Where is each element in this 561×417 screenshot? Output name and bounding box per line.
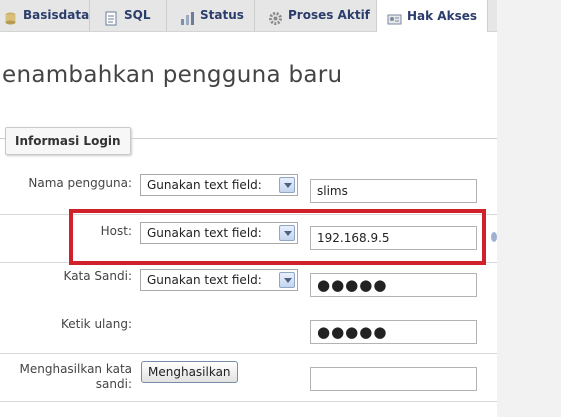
tab-proses-aktif[interactable]: Proses Aktif bbox=[268, 0, 370, 31]
database-icon bbox=[3, 8, 18, 25]
tab-divider bbox=[166, 0, 167, 31]
sql-icon bbox=[104, 8, 119, 26]
tab-label: Basisdata bbox=[23, 8, 90, 22]
chevron-down-icon bbox=[279, 272, 295, 288]
users-icon bbox=[387, 9, 402, 24]
generate-password-label: Menghasilkan kata sandi: bbox=[10, 362, 133, 392]
row-divider bbox=[0, 353, 497, 354]
tab-sql[interactable]: SQL bbox=[104, 0, 151, 31]
retype-password-label: Ketik ulang: bbox=[60, 317, 132, 331]
generate-label-line2: sandi: bbox=[95, 377, 132, 391]
gear-icon bbox=[268, 8, 283, 25]
highlight-box bbox=[69, 209, 486, 265]
tab-status[interactable]: Status bbox=[180, 0, 244, 31]
chevron-down-icon bbox=[279, 177, 295, 193]
password-type-select[interactable]: Gunakan text field: bbox=[140, 269, 298, 291]
generated-password-input[interactable] bbox=[310, 367, 477, 391]
tab-bar: Basisdata SQL Status Proses Aktif Hak Ak… bbox=[0, 0, 497, 32]
select-value: Gunakan text field: bbox=[147, 273, 262, 287]
username-input[interactable]: slims bbox=[310, 179, 477, 203]
retype-password-input[interactable]: ●●●●● bbox=[310, 320, 477, 344]
password-label: Kata Sandi: bbox=[63, 269, 132, 283]
tab-divider bbox=[89, 0, 90, 31]
input-value: slims bbox=[317, 184, 348, 198]
tab-label: Status bbox=[200, 8, 244, 22]
tab-divider bbox=[254, 0, 255, 31]
page: Basisdata SQL Status Proses Aktif Hak Ak… bbox=[0, 0, 497, 417]
window-background bbox=[497, 0, 561, 417]
username-label: Nama pengguna: bbox=[28, 176, 132, 190]
username-type-select[interactable]: Gunakan text field: bbox=[140, 174, 298, 196]
select-value: Gunakan text field: bbox=[147, 178, 262, 192]
tab-basisdata[interactable]: Basisdata bbox=[3, 0, 89, 31]
tab-label: Hak Akses bbox=[407, 8, 477, 23]
tab-label: Proses Aktif bbox=[288, 8, 370, 22]
generate-password-button[interactable]: Menghasilkan bbox=[141, 361, 238, 383]
generate-label-line1: Menghasilkan kata bbox=[19, 362, 133, 376]
tab-label: SQL bbox=[124, 8, 151, 22]
input-value: ●●●●● bbox=[317, 276, 388, 294]
page-title: enambahkan pengguna baru bbox=[2, 62, 343, 88]
status-icon bbox=[180, 8, 195, 25]
row-divider bbox=[0, 401, 497, 402]
input-value: ●●●●● bbox=[317, 323, 388, 341]
password-input[interactable]: ●●●●● bbox=[310, 273, 477, 297]
fieldset-legend: Informasi Login bbox=[5, 127, 131, 155]
tab-hak-akses[interactable]: Hak Akses bbox=[376, 0, 488, 32]
